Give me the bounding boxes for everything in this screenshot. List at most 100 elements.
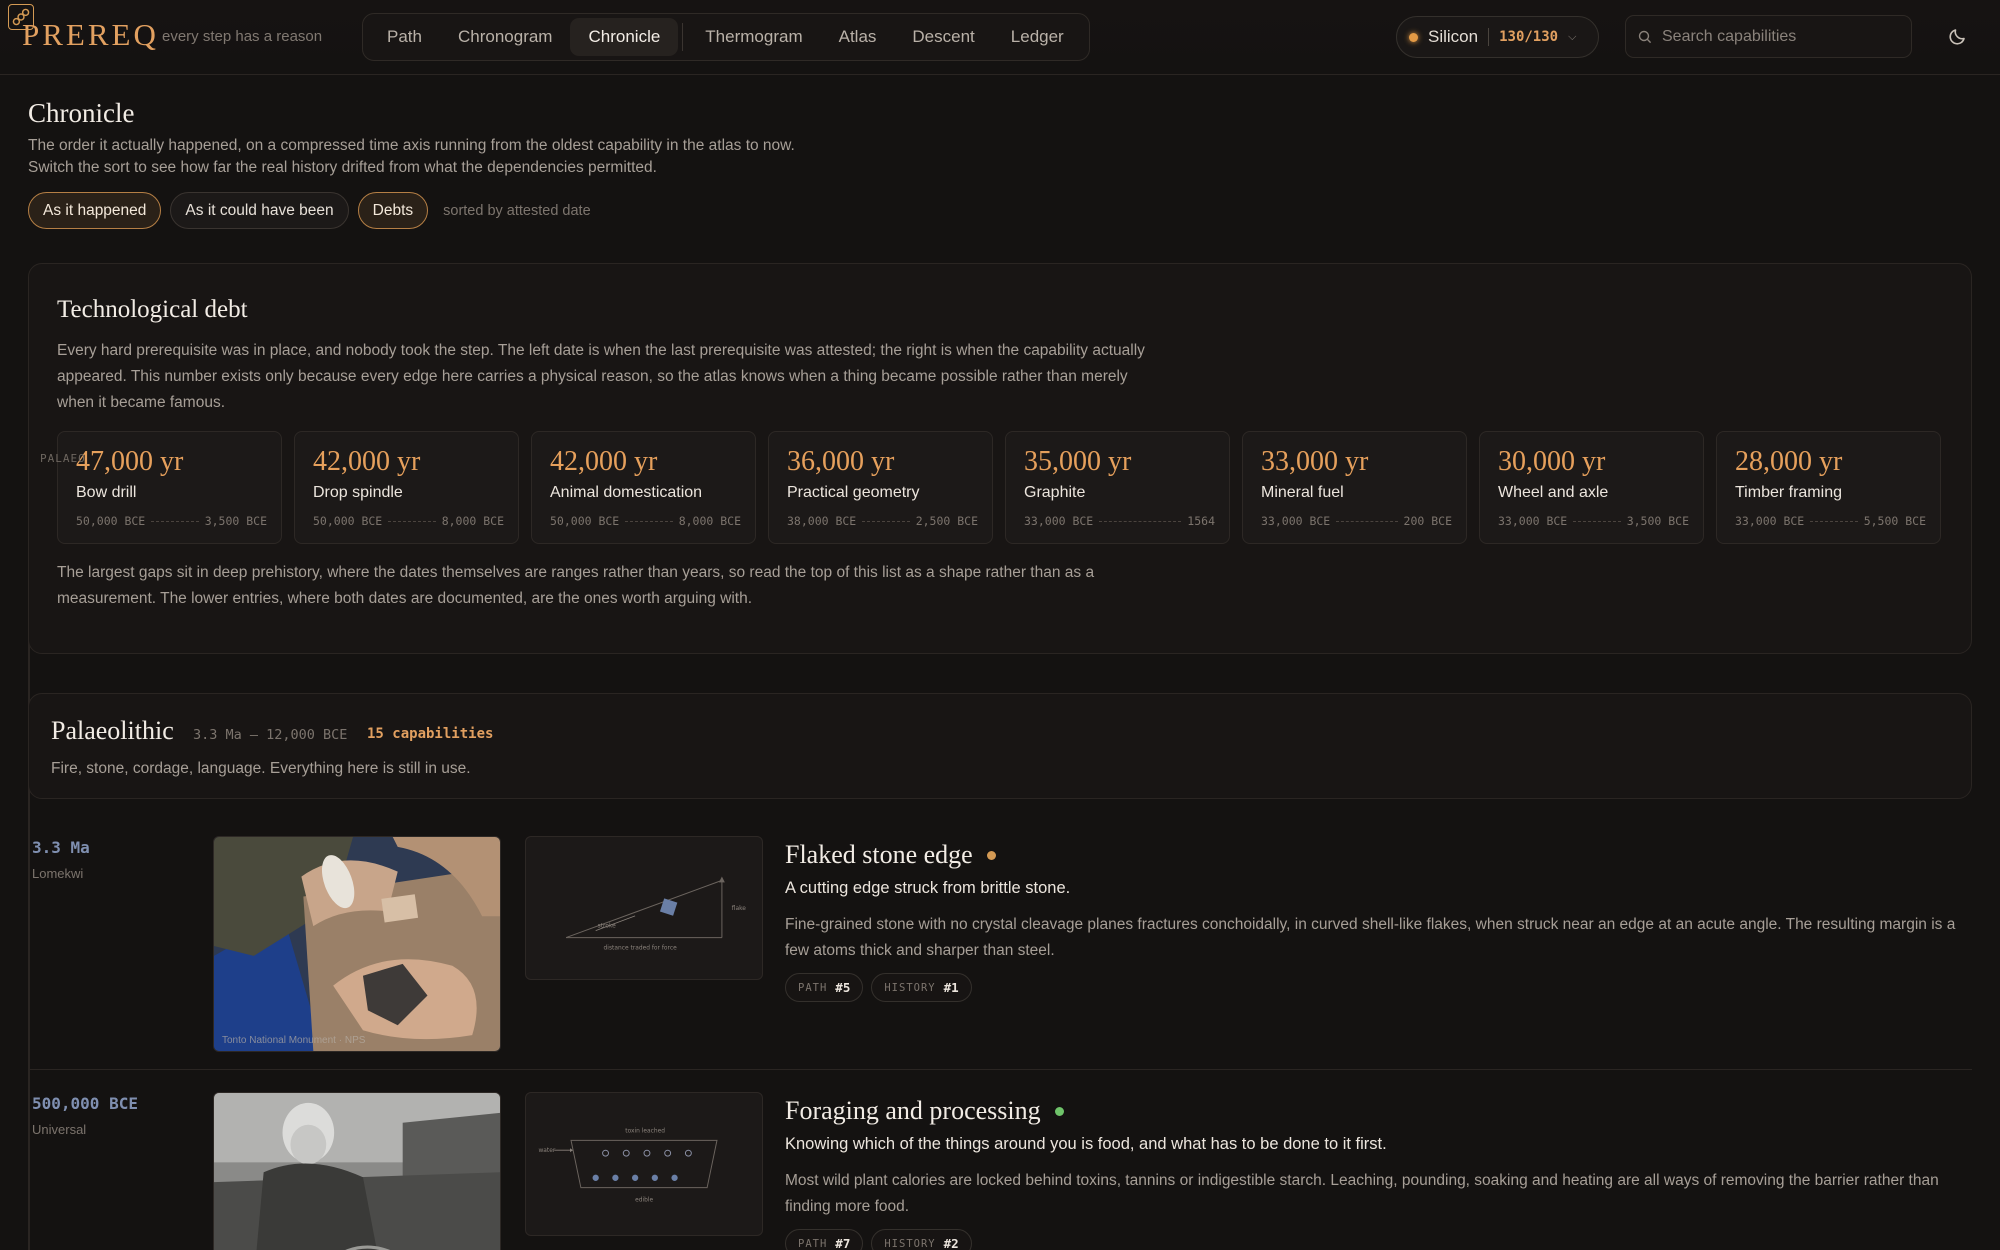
range-dash bbox=[1573, 520, 1621, 522]
era-range: 3.3 Ma – 12,000 BCE bbox=[193, 727, 348, 743]
debt-card[interactable]: 35,000 yr Graphite 33,000 BCE 1564 bbox=[1005, 431, 1230, 544]
path-tag[interactable]: PATH #5 bbox=[785, 973, 864, 1002]
entry-title[interactable]: Flaked stone edge bbox=[785, 840, 973, 870]
entry-title-row: Foraging and processing bbox=[785, 1096, 1064, 1126]
debt-capability: Wheel and axle bbox=[1498, 484, 1609, 501]
nav-atlas[interactable]: Atlas bbox=[821, 18, 895, 56]
debt-range: 50,000 BCE 8,000 BCE bbox=[313, 514, 504, 528]
sort-status: sorted by attested date bbox=[443, 202, 591, 219]
profile-name: Silicon bbox=[1428, 27, 1479, 46]
debt-capability: Mineral fuel bbox=[1261, 484, 1344, 501]
debt-years: 33,000 yr bbox=[1261, 446, 1369, 477]
sort-debts[interactable]: Debts bbox=[357, 192, 429, 229]
debt-range: 33,000 BCE 1564 bbox=[1024, 514, 1215, 528]
debt-card[interactable]: 47,000 yr Bow drill 50,000 BCE 3,500 BCE bbox=[57, 431, 282, 544]
diagram-label: toxin leached bbox=[625, 1128, 665, 1134]
debt-years: 30,000 yr bbox=[1498, 446, 1606, 477]
era-description: Fire, stone, cordage, language. Everythi… bbox=[51, 760, 471, 777]
tag-key: PATH bbox=[798, 981, 828, 994]
debt-card[interactable]: 42,000 yr Drop spindle 50,000 BCE 8,000 B… bbox=[294, 431, 519, 544]
range-dash bbox=[1099, 520, 1182, 522]
nav-divider bbox=[682, 23, 684, 51]
debt-years: 36,000 yr bbox=[787, 446, 895, 477]
debt-years: 28,000 yr bbox=[1735, 446, 1843, 477]
range-dash bbox=[151, 520, 199, 522]
diagram-label: stroke bbox=[598, 924, 617, 930]
range-dash bbox=[862, 520, 910, 522]
profile-count: 130/130 bbox=[1499, 29, 1559, 45]
debt-to: 1564 bbox=[1187, 514, 1215, 528]
debt-capability: Drop spindle bbox=[313, 484, 403, 501]
debt-years: 47,000 yr bbox=[76, 446, 184, 477]
sort-as-it-could-have-been[interactable]: As it could have been bbox=[170, 192, 349, 229]
timeline-entry[interactable]: 3.3 Ma Lomekwi Tonto National Monument ·… bbox=[28, 832, 1972, 1070]
photo-credit: Tonto National Monument · NPS bbox=[222, 1035, 366, 1046]
debt-range: 38,000 BCE 2,500 BCE bbox=[787, 514, 978, 528]
nav-ledger[interactable]: Ledger bbox=[993, 18, 1082, 56]
search-input[interactable] bbox=[1662, 27, 1892, 46]
range-dash bbox=[1810, 520, 1858, 522]
history-tag[interactable]: HISTORY #2 bbox=[871, 1229, 972, 1250]
debt-to: 3,500 BCE bbox=[204, 514, 267, 528]
debt-from: 50,000 BCE bbox=[550, 514, 620, 528]
debt-years: 42,000 yr bbox=[313, 446, 421, 477]
profile-divider bbox=[1488, 28, 1490, 46]
debt-from: 33,000 BCE bbox=[1498, 514, 1568, 528]
brand-logo[interactable]: PREREQ bbox=[22, 17, 159, 53]
entry-place: Lomekwi bbox=[32, 866, 84, 881]
history-tag[interactable]: HISTORY #1 bbox=[871, 973, 972, 1002]
entry-subtitle: Knowing which of the things around you i… bbox=[785, 1135, 1387, 1153]
nav-chronicle[interactable]: Chronicle bbox=[570, 18, 679, 56]
entry-photo[interactable] bbox=[213, 1092, 501, 1250]
main-nav: Path Chronogram Chronicle Thermogram Atl… bbox=[362, 13, 1090, 61]
entry-body: Most wild plant calories are locked behi… bbox=[785, 1172, 1939, 1215]
debt-capability: Timber framing bbox=[1735, 484, 1842, 501]
era-title: Palaeolithic bbox=[51, 716, 174, 745]
debt-card[interactable]: 42,000 yr Animal domestication 50,000 BC… bbox=[531, 431, 756, 544]
path-tag[interactable]: PATH #7 bbox=[785, 1229, 864, 1250]
debt-range: 33,000 BCE 3,500 BCE bbox=[1498, 514, 1689, 528]
debt-to: 2,500 BCE bbox=[915, 514, 978, 528]
profile-selector[interactable]: Silicon 130/130 ⌵ bbox=[1396, 16, 1599, 58]
moon-icon[interactable] bbox=[1947, 25, 1969, 47]
entry-photo[interactable]: Tonto National Monument · NPS bbox=[213, 836, 501, 1052]
debt-title: Technological debt bbox=[57, 296, 248, 323]
debt-to: 200 BCE bbox=[1403, 514, 1452, 528]
search-box[interactable] bbox=[1625, 15, 1912, 58]
range-dash bbox=[1336, 520, 1398, 522]
nav-descent[interactable]: Descent bbox=[894, 18, 992, 56]
entry-tags: PATH #5 HISTORY #1 bbox=[785, 973, 972, 1002]
debt-card[interactable]: 28,000 yr Timber framing 33,000 BCE 5,500… bbox=[1716, 431, 1941, 544]
debt-to: 8,000 BCE bbox=[678, 514, 741, 528]
nav-thermogram[interactable]: Thermogram bbox=[687, 18, 820, 56]
debt-capability: Practical geometry bbox=[787, 484, 920, 501]
tag-key: HISTORY bbox=[884, 1237, 936, 1250]
diagram-label: flake bbox=[732, 906, 747, 912]
debt-footnote: The largest gaps sit in deep prehistory,… bbox=[57, 564, 1095, 607]
debt-from: 50,000 BCE bbox=[313, 514, 383, 528]
stone-knapping-photo bbox=[214, 837, 500, 1051]
era-header: Palaeolithic 3.3 Ma – 12,000 BCE 15 capa… bbox=[28, 693, 1972, 799]
tag-key: HISTORY bbox=[884, 981, 936, 994]
era-side-label: PALAEO bbox=[40, 452, 86, 465]
debt-capability: Graphite bbox=[1024, 484, 1086, 501]
chevron-down-icon: ⌵ bbox=[1568, 30, 1577, 43]
entry-title-row: Flaked stone edge bbox=[785, 840, 996, 870]
entry-subtitle: A cutting edge struck from brittle stone… bbox=[785, 879, 1071, 897]
foraging-photo bbox=[214, 1093, 500, 1250]
page-title: Chronicle bbox=[28, 98, 135, 128]
debt-card[interactable]: 30,000 yr Wheel and axle 33,000 BCE 3,500… bbox=[1479, 431, 1704, 544]
sort-as-it-happened[interactable]: As it happened bbox=[28, 192, 162, 229]
nav-path[interactable]: Path bbox=[369, 18, 440, 56]
sort-toggle-group: As it happened As it could have been Deb… bbox=[28, 192, 591, 229]
entry-title[interactable]: Foraging and processing bbox=[785, 1096, 1041, 1126]
debt-card[interactable]: 33,000 yr Mineral fuel 33,000 BCE 200 BCE bbox=[1242, 431, 1467, 544]
search-icon bbox=[1638, 30, 1652, 43]
timeline-entry[interactable]: 500,000 BCE Universal toxin leached wate… bbox=[28, 1088, 1972, 1250]
entry-body: Fine-grained stone with no crystal cleav… bbox=[785, 916, 1956, 959]
debt-card[interactable]: 36,000 yr Practical geometry 38,000 BCE 2… bbox=[768, 431, 993, 544]
entry-diagram[interactable]: stroke flake distance traded for force bbox=[525, 836, 763, 980]
debt-to: 5,500 BCE bbox=[1863, 514, 1926, 528]
entry-diagram[interactable]: toxin leached water edible bbox=[525, 1092, 763, 1236]
nav-chronogram[interactable]: Chronogram bbox=[440, 18, 571, 56]
